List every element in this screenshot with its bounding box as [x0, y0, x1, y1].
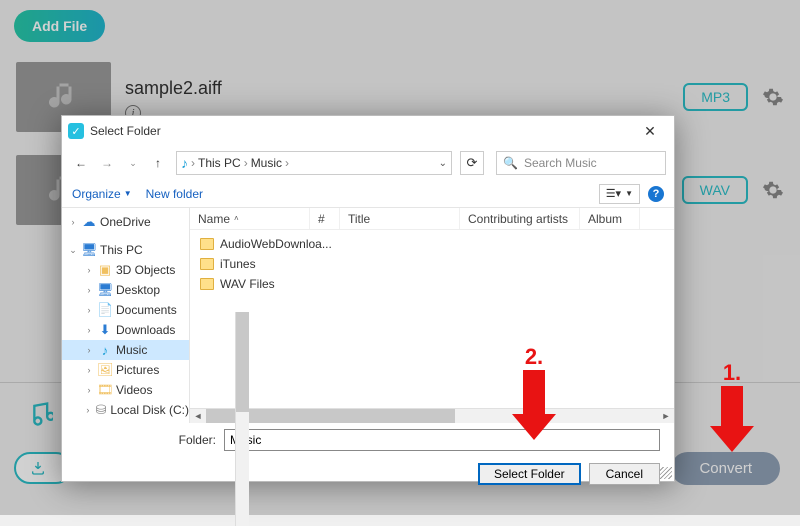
format-button-wav[interactable]: WAV — [682, 176, 748, 204]
music-folder-icon: ♪ — [181, 155, 188, 171]
tree-music[interactable]: ›♪Music — [62, 340, 189, 360]
breadcrumb-item[interactable]: Music — [251, 156, 282, 170]
download-icon — [30, 460, 46, 476]
tree-desktop[interactable]: ›🖥Desktop — [62, 280, 189, 300]
gear-icon[interactable] — [762, 86, 784, 108]
tree-videos[interactable]: ›🎞Videos — [62, 380, 189, 400]
cancel-button[interactable]: Cancel — [589, 463, 660, 485]
convert-button[interactable]: Convert — [671, 452, 780, 485]
column-contributing[interactable]: Contributing artists — [460, 208, 580, 229]
column-number[interactable]: # — [310, 208, 340, 229]
folder-icon — [200, 258, 214, 270]
nav-back-button[interactable]: ← — [70, 156, 92, 170]
column-name[interactable]: Name˄ — [190, 208, 310, 229]
organize-button[interactable]: Organize▼ — [72, 187, 132, 201]
folder-item[interactable]: WAV Files — [190, 274, 674, 294]
app-icon — [68, 123, 84, 139]
address-bar[interactable]: ♪ › This PC › Music › ⌄ — [176, 151, 452, 175]
nav-up-button[interactable]: ↑ — [148, 156, 168, 170]
folder-icon — [200, 238, 214, 250]
help-icon[interactable]: ? — [648, 186, 664, 202]
select-folder-dialog: Select Folder ✕ ← → ⌄ ↑ ♪ › This PC › Mu… — [61, 115, 675, 482]
music-note-icon — [46, 79, 82, 115]
select-folder-button[interactable]: Select Folder — [478, 463, 581, 485]
annotation-arrow-1: 1. — [710, 360, 754, 452]
tree-scrollbar[interactable] — [235, 312, 249, 526]
folder-name-input[interactable] — [224, 429, 660, 451]
nav-recent-button[interactable]: ⌄ — [122, 158, 144, 169]
tree-documents[interactable]: ›📄Documents — [62, 300, 189, 320]
tree-pictures[interactable]: ›🖼Pictures — [62, 360, 189, 380]
add-file-button[interactable]: Add File — [14, 10, 105, 42]
chevron-down-icon[interactable]: ⌄ — [439, 158, 447, 169]
bottom-music-icon[interactable] — [25, 400, 53, 433]
resize-grip[interactable] — [660, 467, 672, 479]
gear-icon[interactable] — [762, 179, 784, 201]
search-placeholder: Search Music — [524, 156, 597, 170]
format-button-mp3[interactable]: MP3 — [683, 83, 748, 111]
search-input[interactable]: 🔍 Search Music — [496, 151, 666, 175]
folder-label: Folder: — [76, 433, 216, 447]
tree-onedrive[interactable]: ›☁OneDrive — [62, 212, 189, 232]
column-title[interactable]: Title — [340, 208, 460, 229]
column-album[interactable]: Album — [580, 208, 640, 229]
breadcrumb-item[interactable]: This PC — [198, 156, 241, 170]
file-list-panel: Name˄ # Title Contributing artists Album… — [190, 208, 674, 423]
close-icon[interactable]: ✕ — [632, 123, 668, 140]
dialog-title: Select Folder — [90, 124, 632, 138]
dialog-titlebar: Select Folder ✕ — [62, 116, 674, 146]
refresh-button[interactable]: ⟳ — [460, 151, 484, 175]
search-icon: 🔍 — [503, 156, 518, 170]
folder-icon — [200, 278, 214, 290]
folder-item[interactable]: AudioWebDownloa... — [190, 234, 674, 254]
scroll-right-icon[interactable]: ► — [658, 411, 674, 421]
file-title: sample2.aiff — [125, 78, 669, 99]
folder-tree: ›☁OneDrive ⌄🖥This PC ›▣3D Objects ›🖥Desk… — [62, 208, 190, 423]
view-options-button[interactable]: ☰▾ ▼ — [599, 184, 640, 204]
tree-3d-objects[interactable]: ›▣3D Objects — [62, 260, 189, 280]
tree-downloads[interactable]: ›⬇Downloads — [62, 320, 189, 340]
tree-localdisk[interactable]: ›⛁Local Disk (C:) — [62, 400, 189, 420]
scroll-left-icon[interactable]: ◄ — [190, 411, 206, 421]
folder-item[interactable]: iTunes — [190, 254, 674, 274]
nav-forward-button[interactable]: → — [96, 156, 118, 170]
new-folder-button[interactable]: New folder — [146, 187, 203, 201]
horizontal-scrollbar[interactable]: ◄ ► — [190, 408, 674, 423]
tree-thispc[interactable]: ⌄🖥This PC — [62, 240, 189, 260]
